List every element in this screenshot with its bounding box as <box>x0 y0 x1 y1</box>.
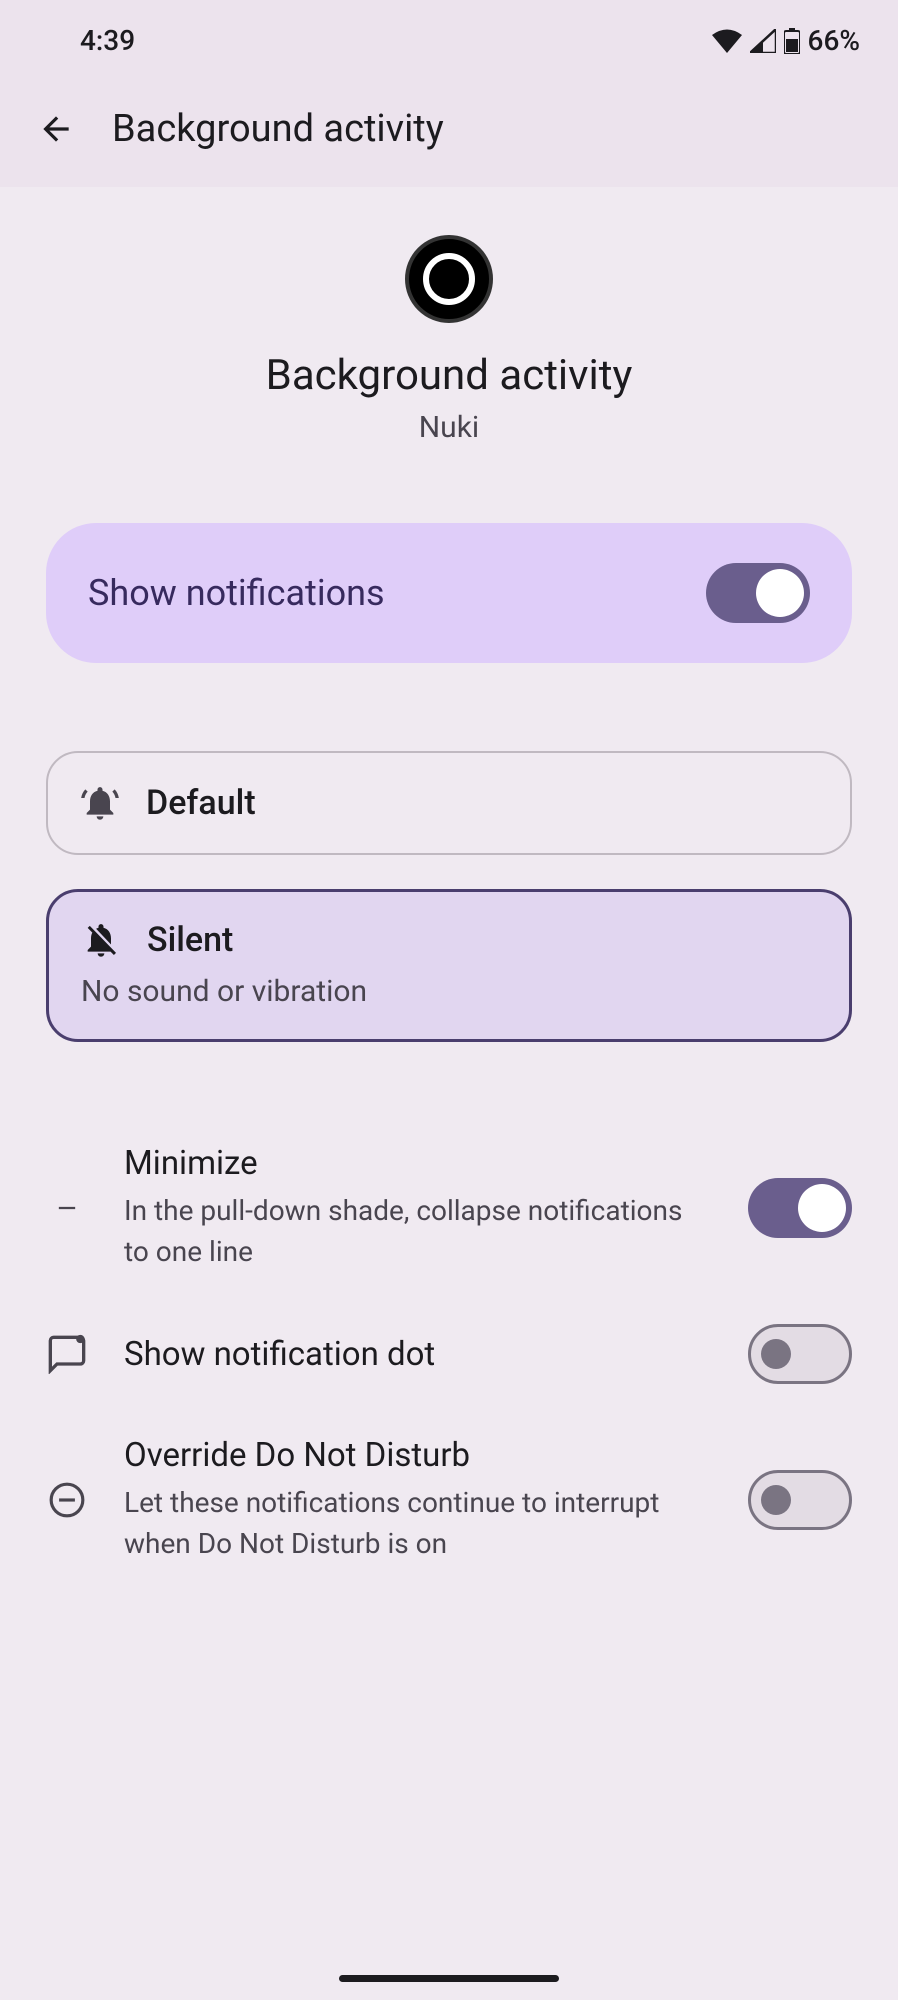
silent-mode-header: Silent <box>81 920 233 960</box>
navigation-bar-handle[interactable] <box>339 1975 559 1982</box>
silent-mode-label: Silent <box>147 920 233 960</box>
status-icons: 66% <box>712 24 860 57</box>
notification-mode-default[interactable]: Default <box>46 751 852 855</box>
app-icon-inner <box>423 253 475 305</box>
show-notifications-toggle[interactable] <box>706 563 810 623</box>
minimize-setting[interactable]: Minimize In the pull-down shade, collaps… <box>46 1118 852 1298</box>
toggle-knob <box>756 569 804 617</box>
minimize-icon <box>46 1194 88 1222</box>
signal-icon <box>750 29 776 53</box>
show-notifications-toggle-card[interactable]: Show notifications <box>46 523 852 663</box>
override-dnd-toggle[interactable] <box>748 1470 852 1530</box>
override-dnd-content: Override Do Not Disturb Let these notifi… <box>124 1436 712 1564</box>
toggle-knob <box>798 1184 846 1232</box>
notification-dot-icon <box>46 1334 88 1374</box>
default-mode-label: Default <box>146 783 256 823</box>
wifi-icon <box>712 29 742 53</box>
status-bar: 4:39 66% <box>0 0 898 77</box>
status-time: 4:39 <box>80 24 135 57</box>
header: Background activity <box>0 77 898 187</box>
notification-dot-title: Show notification dot <box>124 1335 712 1374</box>
notification-mode-silent[interactable]: Silent No sound or vibration <box>46 889 852 1042</box>
dnd-icon <box>46 1481 88 1519</box>
channel-title: Background activity <box>266 351 633 400</box>
toggle-knob <box>761 1485 791 1515</box>
notification-dot-toggle[interactable] <box>748 1324 852 1384</box>
back-arrow-icon <box>37 110 75 148</box>
app-icon <box>405 235 493 323</box>
bell-off-icon <box>81 920 121 960</box>
override-dnd-title: Override Do Not Disturb <box>124 1436 712 1475</box>
battery-percentage: 66% <box>808 24 860 57</box>
minimize-title: Minimize <box>124 1144 712 1183</box>
notification-dot-content: Show notification dot <box>124 1335 712 1374</box>
override-dnd-description: Let these notifications continue to inte… <box>124 1483 712 1564</box>
app-name: Nuki <box>419 410 479 445</box>
back-button[interactable] <box>30 103 82 155</box>
page-title: Background activity <box>112 107 444 151</box>
silent-mode-description: No sound or vibration <box>81 974 367 1009</box>
toggle-knob <box>761 1339 791 1369</box>
minimize-toggle[interactable] <box>748 1178 852 1238</box>
minimize-description: In the pull-down shade, collapse notific… <box>124 1191 712 1272</box>
override-dnd-setting[interactable]: Override Do Not Disturb Let these notifi… <box>46 1410 852 1590</box>
notification-dot-setting[interactable]: Show notification dot <box>46 1298 852 1410</box>
app-info-section: Background activity Nuki <box>0 187 898 465</box>
minimize-content: Minimize In the pull-down shade, collaps… <box>124 1144 712 1272</box>
settings-list: Minimize In the pull-down shade, collaps… <box>0 1118 898 1590</box>
show-notifications-label: Show notifications <box>88 572 385 614</box>
bell-ringing-icon <box>80 783 120 823</box>
battery-icon <box>784 28 800 54</box>
